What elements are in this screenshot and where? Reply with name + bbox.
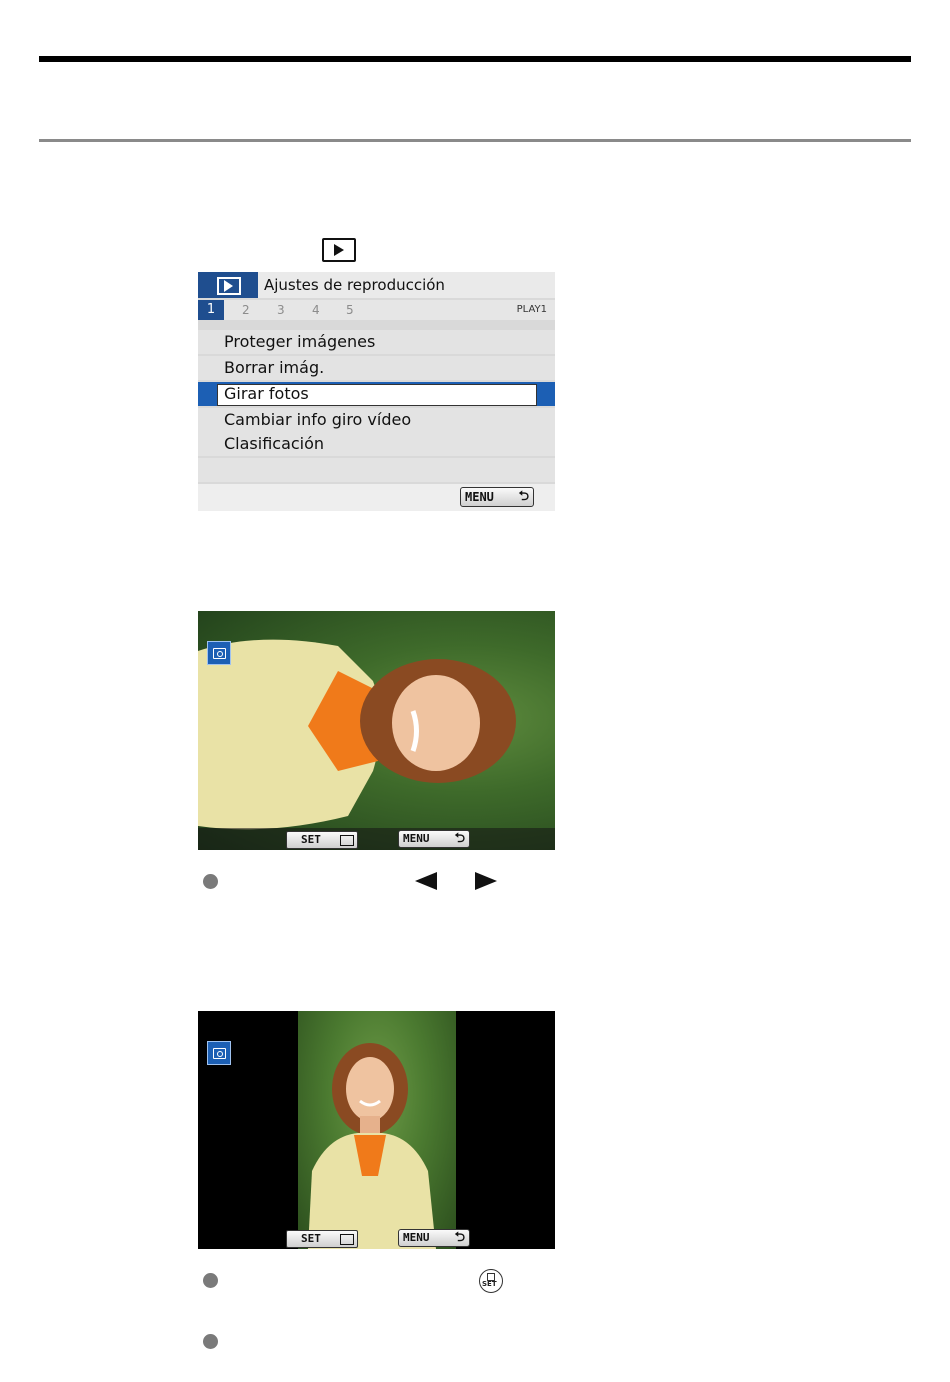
menu-return-button[interactable]: MENU ⮌ <box>398 1229 470 1247</box>
return-icon: ⮌ <box>454 1230 465 1245</box>
set-dial-text: SET <box>482 1280 497 1288</box>
playback-icon <box>322 238 356 262</box>
bullet <box>203 874 218 889</box>
menu-tab-2[interactable]: 2 <box>242 300 250 320</box>
rotate-icon <box>207 1041 231 1065</box>
photo-face <box>392 675 480 771</box>
menu-tab-label: PLAY1 <box>516 304 547 315</box>
menu-title: Ajustes de reproducción <box>264 276 445 294</box>
return-icon: ⮌ <box>518 489 529 504</box>
rotate-icon <box>340 835 354 846</box>
menu-header: Ajustes de reproducción <box>198 272 555 298</box>
right-arrow-icon <box>475 872 497 890</box>
menu-item-cambiar-info[interactable]: Cambiar info giro vídeo <box>198 408 555 432</box>
menu-item-label: Cambiar info giro vídeo <box>224 410 412 429</box>
photo-face <box>346 1057 394 1121</box>
menu-item-borrar[interactable]: Borrar imág. <box>198 356 555 380</box>
menu-item-label: Girar fotos <box>224 384 309 403</box>
photo-bottom-bar: SET MENU ⮌ <box>198 828 555 850</box>
menu-item-clasificacion[interactable]: Clasificación <box>198 432 555 456</box>
menu-tab-4[interactable]: 4 <box>312 300 320 320</box>
playback-icon <box>217 277 241 295</box>
menu-item-girar-fotos[interactable]: Girar fotos <box>198 382 555 406</box>
bullet <box>203 1334 218 1349</box>
photo-sideways <box>198 639 516 830</box>
photo-upright-drawing <box>308 1043 436 1249</box>
menu-tab-5[interactable]: 5 <box>346 300 354 320</box>
playback-tab[interactable] <box>198 272 258 298</box>
menu-empty-row <box>198 458 555 482</box>
set-rotate-button[interactable]: SET <box>286 1230 358 1248</box>
rotate-icon <box>207 641 231 665</box>
menu-button-label: MENU <box>465 490 494 504</box>
menu-return-button[interactable]: MENU ⮌ <box>398 830 470 848</box>
set-rotate-button[interactable]: SET <box>286 831 358 849</box>
bullet <box>203 1273 218 1288</box>
rotate-photo-screen-sideways: SET MENU ⮌ <box>198 611 555 850</box>
left-arrow-icon <box>415 872 437 890</box>
menu-item-proteger[interactable]: Proteger imágenes <box>198 330 555 354</box>
menu-item-label: Borrar imág. <box>224 358 325 377</box>
section-rule <box>39 139 911 142</box>
menu-tab-3[interactable]: 3 <box>277 300 285 320</box>
camera-glyph <box>213 1048 226 1059</box>
rotate-photo-screen-upright: SET MENU ⮌ <box>198 1011 555 1249</box>
menu-return-button[interactable]: MENU ⮌ <box>460 487 534 507</box>
menu-tab-1[interactable]: 1 <box>198 300 224 320</box>
menu-footer: MENU ⮌ <box>198 484 555 511</box>
menu-item-label: Proteger imágenes <box>224 332 376 351</box>
camera-glyph <box>213 648 226 659</box>
photo-bottom-bar: SET MENU ⮌ <box>198 1227 555 1249</box>
set-button-label: SET <box>301 833 321 846</box>
top-rule <box>39 56 911 62</box>
camera-menu-screen: Ajustes de reproducción 1 2 3 4 5 PLAY1 … <box>198 272 555 511</box>
photo-upright <box>298 1011 456 1249</box>
menu-item-label: Clasificación <box>224 434 325 453</box>
menu-tab-numbers: 1 2 3 4 5 PLAY1 <box>198 300 555 320</box>
menu-button-label: MENU <box>403 1231 430 1244</box>
set-dial-icon: SET <box>479 1269 503 1293</box>
set-button-label: SET <box>301 1232 321 1245</box>
return-icon: ⮌ <box>454 831 465 846</box>
rotate-icon <box>340 1234 354 1245</box>
menu-button-label: MENU <box>403 832 430 845</box>
